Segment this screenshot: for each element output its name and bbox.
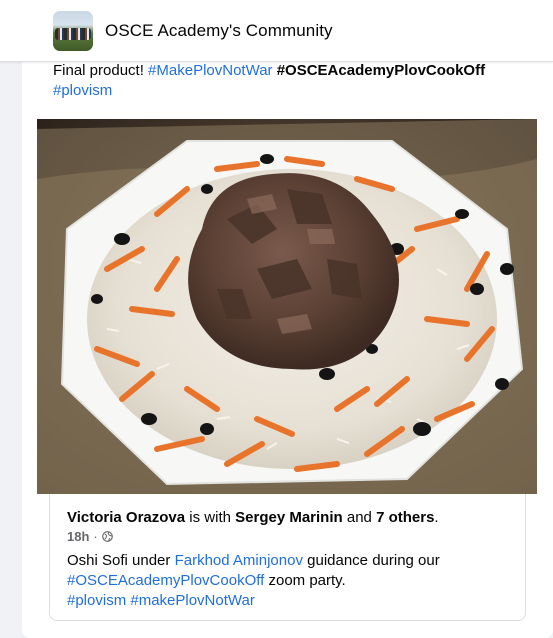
hashtag-plovism-link[interactable]: #plovism — [67, 592, 126, 609]
tagged-person[interactable]: Sergey Marinin — [235, 509, 343, 526]
mention-farkhod-aminjonov[interactable]: Farkhod Aminjonov — [175, 552, 303, 569]
post-meta: 18h · — [67, 529, 113, 544]
avatar-crowd — [55, 28, 91, 40]
group-title[interactable]: OSCE Academy's Community — [105, 21, 333, 41]
hashtag-osceacademyplovcookoff-link[interactable]: #OSCEAcademyPlovCookOff — [67, 572, 264, 589]
shared-post-attachment[interactable]: Victoria Orazova is with Sergey Marinin … — [49, 494, 526, 621]
shared-body-text: Oshi Sofi under Farkhod Aminjonov guidan… — [67, 551, 497, 611]
hashtag-makeplovnotwar[interactable]: #MakePlovNotWar — [148, 62, 272, 79]
shared-author-name[interactable]: Victoria Orazova — [67, 509, 185, 526]
period-text: . — [434, 509, 439, 526]
body-prefix: Oshi Sofi under — [67, 552, 175, 569]
hashtag-makeplovnotwar-link[interactable]: #makePlovNotWar — [130, 592, 254, 609]
post-photo[interactable] — [37, 119, 537, 494]
is-with-text: is with — [185, 509, 236, 526]
hashtag-plovism[interactable]: #plovism — [53, 82, 112, 99]
body-suffix: zoom party. — [264, 572, 346, 589]
others-link[interactable]: 7 others — [376, 509, 434, 526]
meta-separator: · — [93, 529, 98, 544]
post-text-prefix: Final product! — [53, 62, 149, 79]
shared-author-line: Victoria Orazova is with Sergey Marinin … — [67, 509, 439, 526]
body-middle: guidance during our — [302, 552, 440, 569]
post-timestamp[interactable]: 18h — [67, 529, 89, 544]
hashtag-osceacademyplovcookoff[interactable]: #OSCEAcademyPlovCookOff — [277, 62, 485, 79]
globe-icon — [101, 531, 113, 542]
group-header: OSCE Academy's Community — [0, 0, 553, 62]
plov-photo-illustration — [37, 119, 537, 494]
group-avatar[interactable] — [53, 11, 93, 51]
and-text: and — [342, 509, 377, 526]
post-text: Final product! #MakePlovNotWar #OSCEAcad… — [53, 61, 523, 101]
